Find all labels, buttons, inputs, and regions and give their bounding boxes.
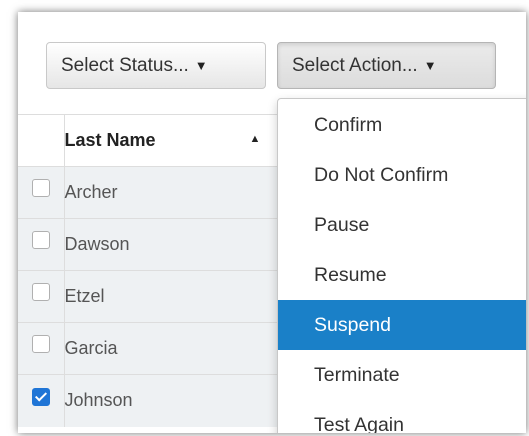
menu-item-confirm[interactable]: Confirm xyxy=(278,100,526,150)
select-action-button[interactable]: Select Action... ▼ xyxy=(277,42,496,89)
row-checkbox-cell xyxy=(18,218,65,271)
row-checkbox[interactable] xyxy=(31,179,50,198)
menu-item-suspend[interactable]: Suspend xyxy=(278,300,526,350)
select-action-label: Select Action... xyxy=(292,54,418,76)
menu-item-terminate[interactable]: Terminate xyxy=(278,350,526,400)
column-header-label: Last Name xyxy=(64,130,156,150)
menu-item-do-not-confirm[interactable]: Do Not Confirm xyxy=(278,150,526,200)
toolbar: Select Status... ▼ Select Action... ▼ xyxy=(18,12,526,112)
menu-item-resume[interactable]: Resume xyxy=(278,250,526,300)
header-checkbox-cell xyxy=(18,114,65,167)
window-frame: Select Status... ▼ Select Action... ▼ La… xyxy=(18,12,526,433)
row-checkbox-cell xyxy=(18,270,65,323)
menu-item-pause[interactable]: Pause xyxy=(278,200,526,250)
select-status-label: Select Status... xyxy=(61,54,189,76)
caret-down-icon: ▼ xyxy=(423,58,437,73)
row-checkbox[interactable] xyxy=(31,283,50,302)
row-checkbox-checked[interactable] xyxy=(31,387,50,406)
action-dropdown-menu: Confirm Do Not Confirm Pause Resume Susp… xyxy=(277,98,526,433)
sort-ascending-icon[interactable]: ▲ xyxy=(250,133,261,145)
row-checkbox[interactable] xyxy=(31,231,50,250)
row-checkbox-cell xyxy=(18,374,65,427)
menu-item-test-again[interactable]: Test Again xyxy=(278,400,526,433)
caret-down-icon: ▼ xyxy=(194,58,208,73)
select-status-button[interactable]: Select Status... ▼ xyxy=(46,42,266,89)
row-checkbox[interactable] xyxy=(31,335,50,354)
row-checkbox-cell xyxy=(18,322,65,375)
row-checkbox-cell xyxy=(18,166,65,219)
